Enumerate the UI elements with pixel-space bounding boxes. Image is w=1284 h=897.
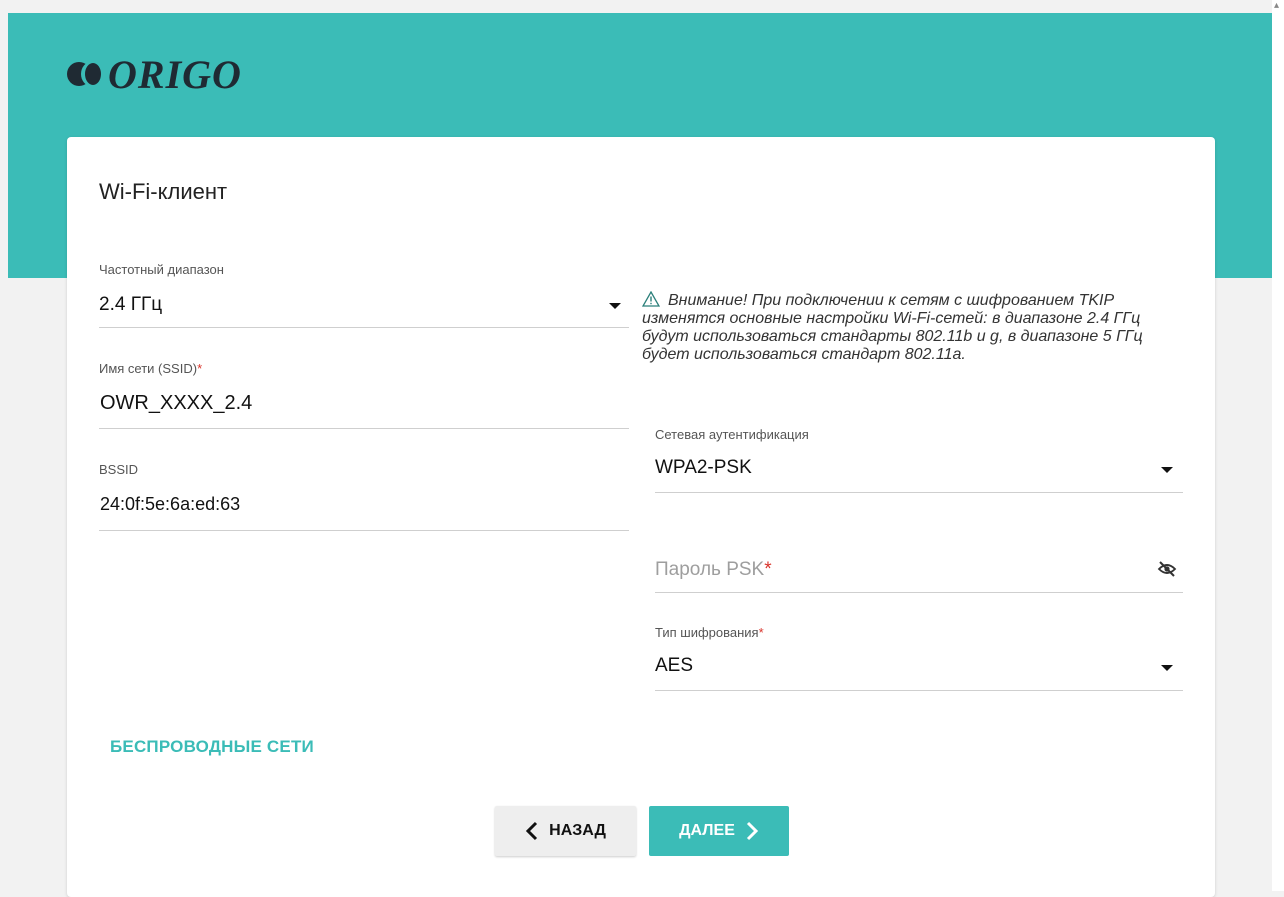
wifi-client-card: Wi-Fi-клиент Частотный диапазон 2.4 ГГц …	[67, 137, 1215, 897]
auth-underline	[655, 492, 1183, 493]
cipher-value: AES	[655, 655, 694, 676]
psk-underline	[655, 592, 1183, 593]
caret-down-icon	[1161, 665, 1173, 671]
auth-label: Сетевая аутентификация	[655, 427, 809, 442]
ssid-label: Имя сети (SSID)*	[99, 361, 203, 376]
bssid-underline	[99, 530, 629, 531]
warning-triangle-icon	[642, 291, 660, 307]
tkip-warning: Внимание! При подключении к сетям с шифр…	[642, 291, 1182, 364]
chevron-right-icon	[746, 821, 758, 841]
ssid-underline	[99, 428, 629, 429]
scroll-up-icon[interactable]: ▴	[1274, 0, 1279, 11]
cipher-underline	[655, 690, 1183, 691]
next-label: ДАЛЕЕ	[679, 822, 735, 839]
origo-logo-icon	[67, 62, 101, 86]
next-button[interactable]: ДАЛЕЕ	[649, 806, 789, 856]
band-select[interactable]: Частотный диапазон 2.4 ГГц	[99, 262, 629, 328]
bssid-field: BSSID 24:0f:5e:6a:ed:63	[99, 462, 629, 531]
brand-logo: ORIGO	[66, 51, 242, 97]
brand-name: ORIGO	[108, 51, 242, 97]
cipher-select[interactable]: Тип шифрования* AES	[655, 625, 1183, 691]
psk-placeholder[interactable]: Пароль PSK*	[655, 559, 772, 581]
scrollbar[interactable]	[1272, 0, 1284, 891]
warning-text: Внимание! При подключении к сетям с шифр…	[642, 292, 1143, 363]
bssid-value: 24:0f:5e:6a:ed:63	[100, 494, 241, 514]
bssid-label: BSSID	[99, 462, 139, 477]
wireless-networks-link[interactable]: БЕСПРОВОДНЫЕ СЕТИ	[110, 737, 314, 757]
eye-off-icon[interactable]	[1157, 561, 1177, 577]
chevron-left-icon	[526, 821, 538, 841]
band-underline	[99, 327, 629, 328]
ssid-input[interactable]: OWR_XXXX_2.4	[100, 392, 252, 415]
band-value: 2.4 ГГц	[99, 294, 163, 315]
caret-down-icon	[609, 303, 621, 309]
ssid-field[interactable]: Имя сети (SSID)* OWR_XXXX_2.4	[99, 361, 629, 429]
auth-select[interactable]: Сетевая аутентификация WPA2-PSK	[655, 427, 1183, 493]
back-label: НАЗАД	[549, 822, 606, 839]
band-label: Частотный диапазон	[99, 262, 224, 277]
caret-down-icon	[1161, 467, 1173, 473]
page-title: Wi-Fi-клиент	[99, 179, 228, 204]
auth-value: WPA2-PSK	[655, 457, 752, 478]
cipher-label: Тип шифрования*	[655, 625, 764, 640]
back-button[interactable]: НАЗАД	[495, 806, 636, 856]
psk-password-field[interactable]: Пароль PSK*	[655, 555, 1183, 593]
